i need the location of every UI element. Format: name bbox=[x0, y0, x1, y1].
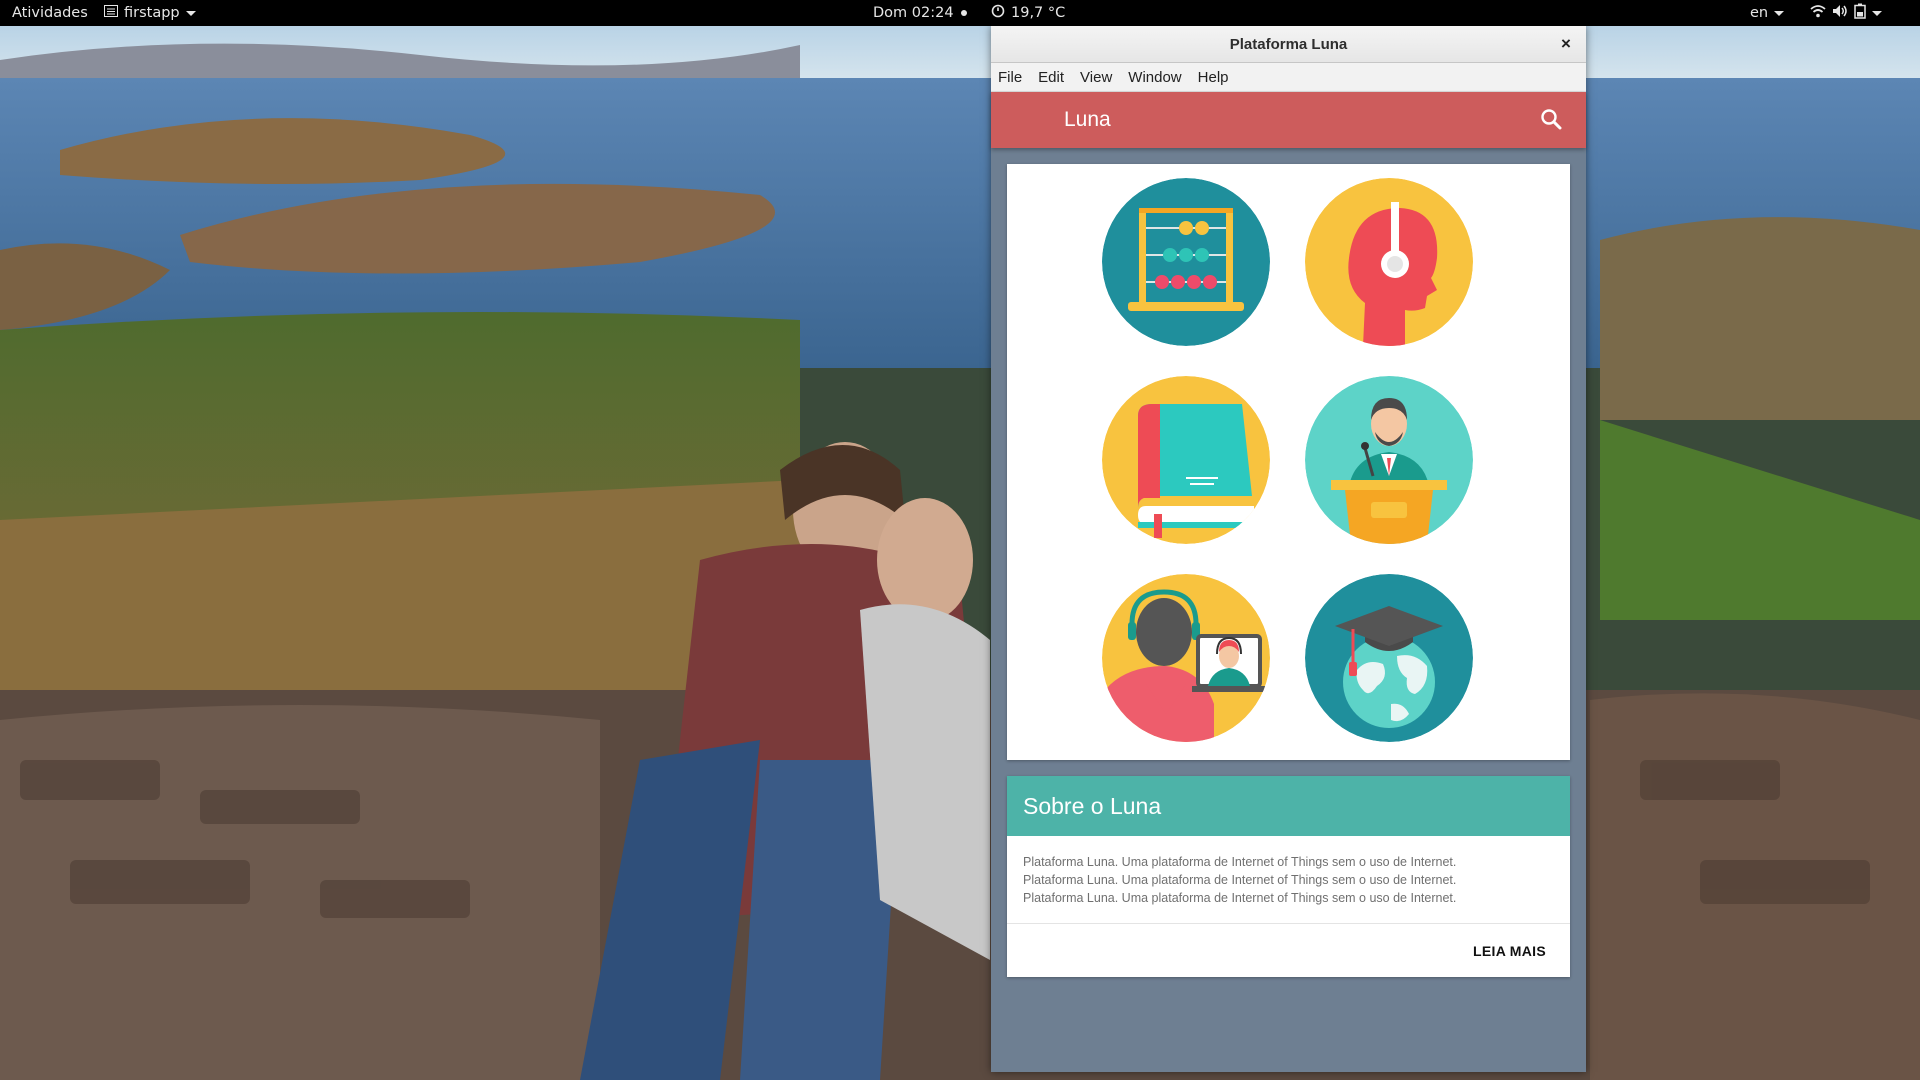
about-text-line: Plataforma Luna. Uma plataforma de Inter… bbox=[1023, 855, 1457, 869]
status-menu[interactable] bbox=[1810, 0, 1882, 26]
close-icon: × bbox=[1561, 34, 1571, 53]
menu-edit[interactable]: Edit bbox=[1030, 69, 1072, 86]
grid-item-video-class[interactable] bbox=[1102, 574, 1270, 742]
grid-item-education[interactable] bbox=[1305, 574, 1473, 742]
app-menu-icon bbox=[104, 5, 118, 21]
search-icon bbox=[1541, 109, 1562, 130]
grid-item-library[interactable] bbox=[1102, 376, 1270, 544]
menu-file[interactable]: File bbox=[991, 69, 1030, 86]
app-window: Plataforma Luna × File Edit View Window … bbox=[991, 26, 1586, 1072]
grid-item-listening[interactable] bbox=[1305, 178, 1473, 346]
close-button[interactable]: × bbox=[1554, 32, 1578, 56]
abacus-icon bbox=[1102, 178, 1270, 346]
read-more-button[interactable]: LEIA MAIS bbox=[1473, 943, 1546, 959]
weather-indicator[interactable]: 19,7 °C bbox=[991, 0, 1065, 26]
about-card-title: Sobre o Luna bbox=[1023, 792, 1162, 819]
features-grid-card bbox=[1007, 164, 1570, 760]
notification-dot-icon bbox=[960, 10, 967, 16]
about-text-line: Plataforma Luna. Uma plataforma de Inter… bbox=[1023, 873, 1457, 887]
book-icon bbox=[1102, 376, 1270, 544]
search-button[interactable] bbox=[1538, 106, 1566, 134]
grid-item-lecture[interactable] bbox=[1305, 376, 1473, 544]
language-label: en bbox=[1750, 5, 1769, 21]
app-toolbar: Luna bbox=[991, 92, 1586, 148]
activities-label: Atividades bbox=[12, 5, 88, 21]
chevron-down-icon bbox=[185, 10, 196, 16]
about-card-body: Plataforma Luna. Uma plataforma de Inter… bbox=[1007, 836, 1570, 924]
video-conference-icon bbox=[1102, 574, 1270, 742]
menu-view[interactable]: View bbox=[1072, 69, 1120, 86]
window-title: Plataforma Luna bbox=[1229, 35, 1348, 53]
chevron-down-icon bbox=[1872, 10, 1882, 16]
app-menu-button[interactable]: firstapp bbox=[104, 0, 196, 26]
desktop-wallpaper bbox=[0, 0, 1920, 1080]
clock-button[interactable]: Dom 02:24 bbox=[873, 0, 967, 26]
menu-window[interactable]: Window bbox=[1120, 69, 1189, 86]
menu-help[interactable]: Help bbox=[1190, 69, 1237, 86]
window-titlebar[interactable]: Plataforma Luna × bbox=[991, 26, 1586, 63]
volume-icon bbox=[1832, 4, 1848, 22]
menu-bar: File Edit View Window Help bbox=[991, 63, 1586, 92]
about-card: Sobre o Luna Plataforma Luna. Uma plataf… bbox=[1007, 776, 1570, 977]
chevron-down-icon bbox=[1774, 10, 1785, 16]
speaker-podium-icon bbox=[1305, 376, 1473, 544]
about-text-line: Plataforma Luna. Uma plataforma de Inter… bbox=[1023, 891, 1457, 905]
language-selector[interactable]: en bbox=[1750, 0, 1785, 26]
toolbar-title: Luna bbox=[1064, 108, 1111, 131]
system-top-bar: Atividades firstapp Dom 02:24 19,7 °C en bbox=[0, 0, 1920, 26]
activities-button[interactable]: Atividades bbox=[12, 0, 88, 26]
weather-label: 19,7 °C bbox=[1011, 5, 1066, 21]
headphones-head-icon bbox=[1305, 178, 1473, 346]
weather-icon bbox=[991, 4, 1005, 22]
about-card-actions: LEIA MAIS bbox=[1007, 924, 1570, 977]
about-card-header: Sobre o Luna bbox=[1007, 776, 1570, 836]
app-menu-label: firstapp bbox=[124, 5, 180, 21]
graduation-globe-icon bbox=[1305, 574, 1473, 742]
clock-label: Dom 02:24 bbox=[873, 5, 954, 21]
battery-icon bbox=[1854, 3, 1866, 23]
grid-item-abacus[interactable] bbox=[1102, 178, 1270, 346]
wifi-icon bbox=[1810, 4, 1826, 22]
